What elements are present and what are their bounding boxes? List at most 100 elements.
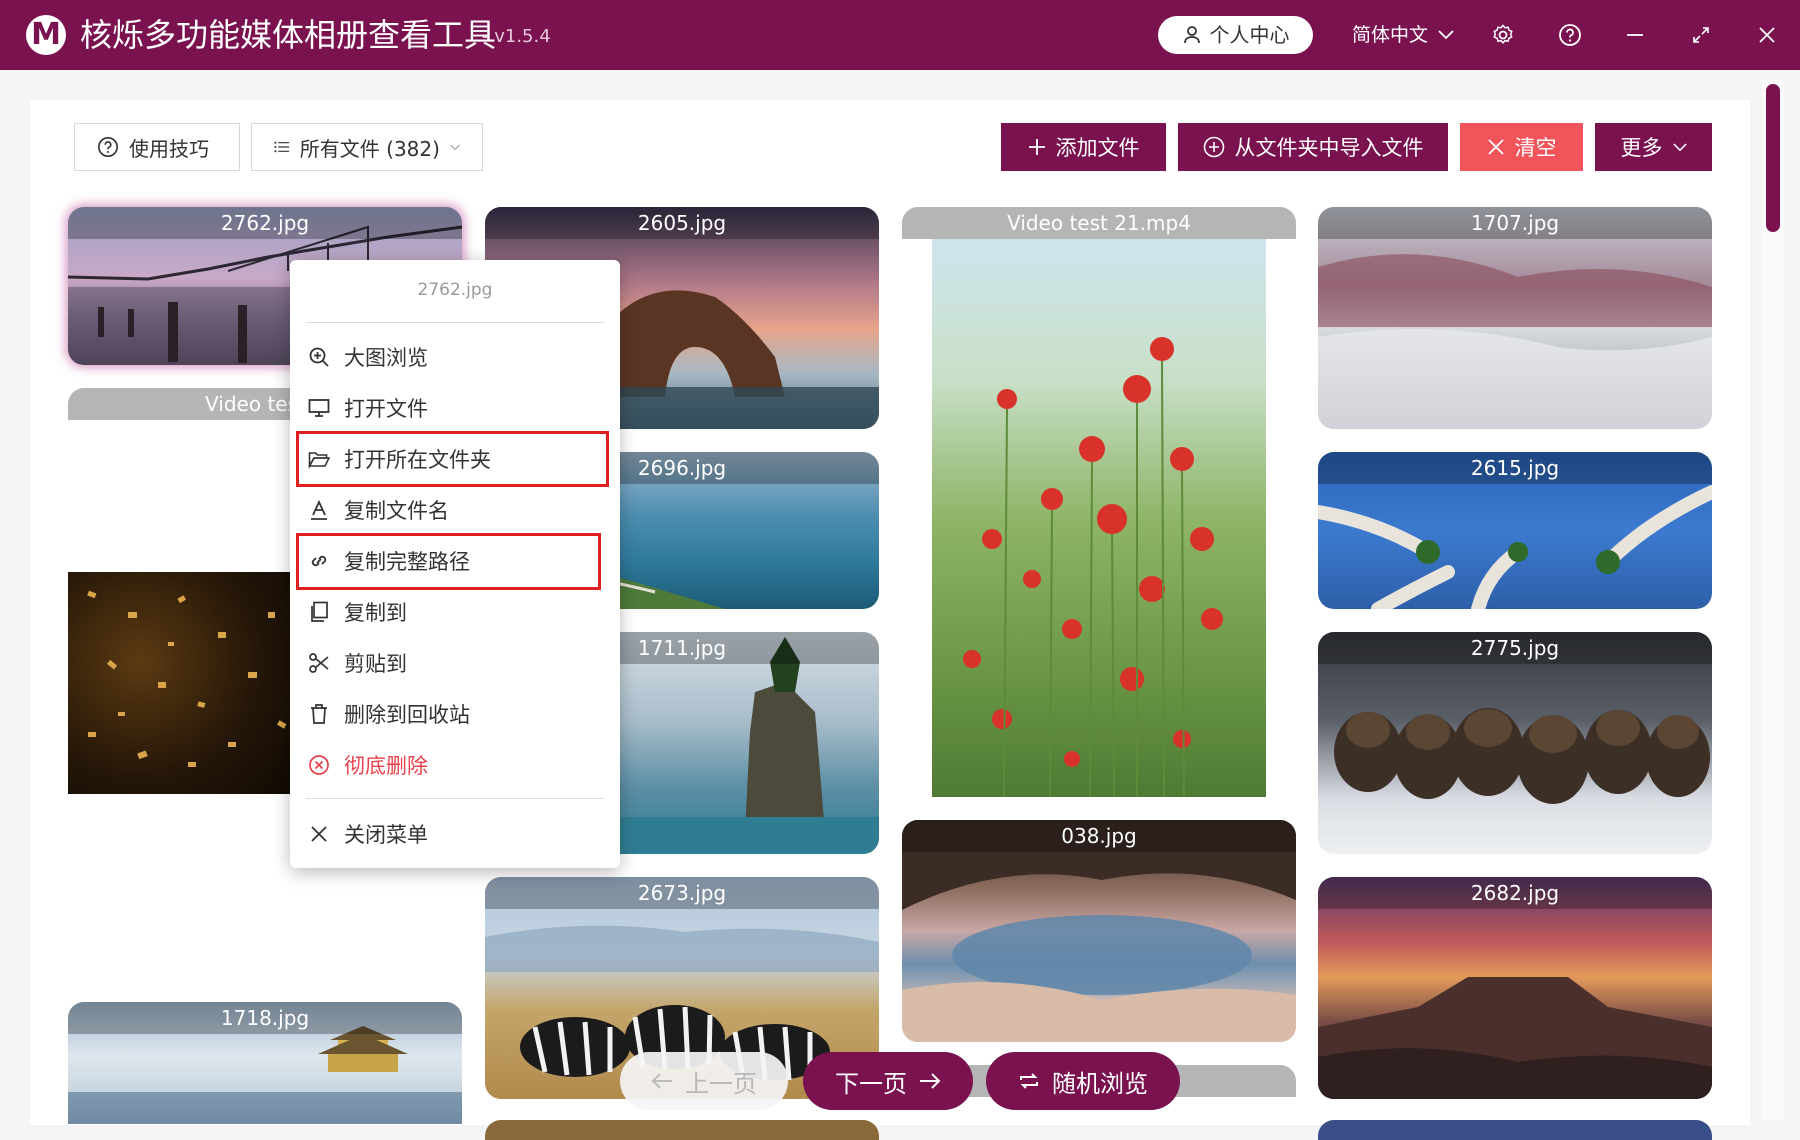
tile-label: 2615.jpg	[1318, 452, 1712, 484]
bison-image	[1334, 708, 1710, 804]
prev-page-label: 上一页	[685, 1069, 757, 1098]
menu-item-cut-to[interactable]: 剪贴到	[308, 641, 598, 685]
plus-icon	[1028, 139, 1045, 155]
tile-label: 2762.jpg	[68, 207, 462, 239]
confetti-image	[87, 590, 287, 767]
menu-item-copy-filename[interactable]: 复制文件名	[308, 488, 598, 532]
chevron-down-icon	[450, 144, 460, 150]
tile-label: 2673.jpg	[485, 877, 879, 909]
prev-page-button[interactable]: 上一页	[620, 1052, 788, 1110]
video-thumbnail[interactable]	[932, 239, 1266, 797]
user-center-button[interactable]: 个人中心	[1158, 16, 1313, 54]
cave-image	[902, 820, 1296, 1042]
scissors-icon	[309, 653, 329, 673]
menu-item-label: 复制文件名	[344, 499, 449, 523]
add-files-label: 添加文件	[1055, 136, 1140, 160]
gallery-tile[interactable]: 2682.jpg	[1318, 877, 1712, 1099]
gallery-tile[interactable]	[68, 572, 308, 794]
text-a-icon	[311, 499, 327, 520]
language-label: 简体中文	[1352, 24, 1429, 46]
arrow-left-icon	[651, 1073, 672, 1089]
user-center-label: 个人中心	[1209, 23, 1290, 47]
help-button[interactable]	[1555, 20, 1585, 50]
language-select[interactable]: 简体中文	[1352, 20, 1454, 50]
tile-label: 1718.jpg	[68, 1002, 462, 1034]
more-button[interactable]: 更多	[1595, 123, 1712, 171]
frosted-forest-image	[1318, 254, 1712, 429]
file-filter-select[interactable]: 所有文件 (382)	[251, 123, 483, 171]
repeat-icon	[1020, 1073, 1038, 1089]
menu-item-label: 复制到	[344, 601, 407, 625]
add-files-button[interactable]: 添加文件	[1001, 123, 1166, 171]
gallery-tile[interactable]: 1718.jpg	[68, 1002, 462, 1124]
close-window-button[interactable]	[1752, 20, 1782, 50]
maximize-button[interactable]	[1686, 20, 1716, 50]
help-circle-icon	[98, 137, 118, 157]
tile-label: 2775.jpg	[1318, 632, 1712, 664]
menu-item-label: 删除到回收站	[344, 703, 470, 727]
menu-item-label: 彻底删除	[344, 754, 428, 778]
expand-icon	[1693, 27, 1709, 43]
clear-button[interactable]: 清空	[1460, 123, 1583, 171]
tips-button[interactable]: 使用技巧	[74, 123, 240, 171]
scrollbar-thumb[interactable]	[1766, 84, 1780, 232]
highlight-box-copy-full-path	[296, 533, 601, 590]
gallery-tile[interactable]: 2615.jpg	[1318, 452, 1712, 609]
delete-circle-icon	[309, 755, 329, 775]
menu-item-copy-to[interactable]: 复制到	[308, 590, 598, 634]
menu-divider	[306, 322, 604, 323]
minimize-button[interactable]	[1620, 20, 1650, 50]
menu-item-delete-to-recycle[interactable]: 删除到回收站	[308, 692, 598, 736]
gallery-tile[interactable]: 2775.jpg	[1318, 632, 1712, 854]
highlight-box-open-folder	[296, 431, 609, 487]
list-icon	[274, 141, 290, 153]
arrow-right-icon	[920, 1073, 941, 1089]
file-filter-label: 所有文件 (382)	[299, 136, 440, 161]
next-page-button[interactable]: 下一页	[803, 1052, 973, 1110]
menu-item-view-large[interactable]: 大图浏览	[308, 335, 598, 379]
import-folder-label: 从文件夹中导入文件	[1234, 136, 1424, 160]
tile-label: 2605.jpg	[485, 207, 879, 239]
app-version: - v1.5.4	[482, 26, 551, 47]
menu-item-close-menu[interactable]: 关闭菜单	[308, 812, 598, 856]
gallery-tile[interactable]	[1318, 1120, 1712, 1140]
monitor-icon	[308, 399, 330, 417]
menu-item-open-file[interactable]: 打开文件	[308, 386, 598, 430]
random-browse-button[interactable]: 随机浏览	[986, 1052, 1180, 1110]
close-icon	[1759, 27, 1775, 43]
gallery-tile[interactable]: 1707.jpg	[1318, 207, 1712, 429]
tile-label: 2682.jpg	[1318, 877, 1712, 909]
user-icon	[1183, 26, 1200, 44]
next-page-label: 下一页	[835, 1069, 907, 1098]
import-folder-button[interactable]: 从文件夹中导入文件	[1178, 123, 1448, 171]
trash-icon	[311, 704, 327, 724]
menu-item-label: 关闭菜单	[344, 823, 428, 847]
menu-item-label: 大图浏览	[344, 346, 428, 370]
tile-label: Video test 21.mp4	[902, 207, 1296, 239]
gallery-tile[interactable]: 038.jpg	[902, 820, 1296, 1042]
chevron-down-icon	[1438, 30, 1454, 40]
zoom-in-icon	[309, 347, 329, 367]
mesa-image	[1318, 977, 1712, 1099]
gallery-tile[interactable]	[485, 1120, 879, 1140]
plus-circle-icon	[1203, 136, 1224, 158]
gear-icon	[1493, 24, 1513, 45]
close-icon	[1487, 139, 1504, 155]
copy-icon	[311, 601, 328, 622]
close-icon	[311, 826, 327, 842]
menu-item-label: 打开文件	[344, 397, 428, 421]
scrollbar-track[interactable]	[1762, 80, 1784, 1120]
app-title: 核烁多功能媒体相册查看工具	[80, 16, 497, 54]
menu-item-delete-permanently[interactable]: 彻底删除	[308, 743, 598, 787]
chevron-down-icon	[1672, 142, 1687, 151]
settings-button[interactable]	[1488, 20, 1518, 50]
context-menu-title: 2762.jpg	[417, 280, 493, 300]
tile-label: 1707.jpg	[1318, 207, 1712, 239]
poppies-image	[963, 337, 1223, 797]
gallery-tile[interactable]: Video test 21.mp4	[902, 207, 1296, 239]
random-browse-label: 随机浏览	[1052, 1069, 1148, 1098]
minimize-icon	[1627, 34, 1643, 36]
help-icon	[1559, 24, 1581, 46]
menu-divider	[306, 798, 604, 799]
more-label: 更多	[1620, 136, 1663, 160]
